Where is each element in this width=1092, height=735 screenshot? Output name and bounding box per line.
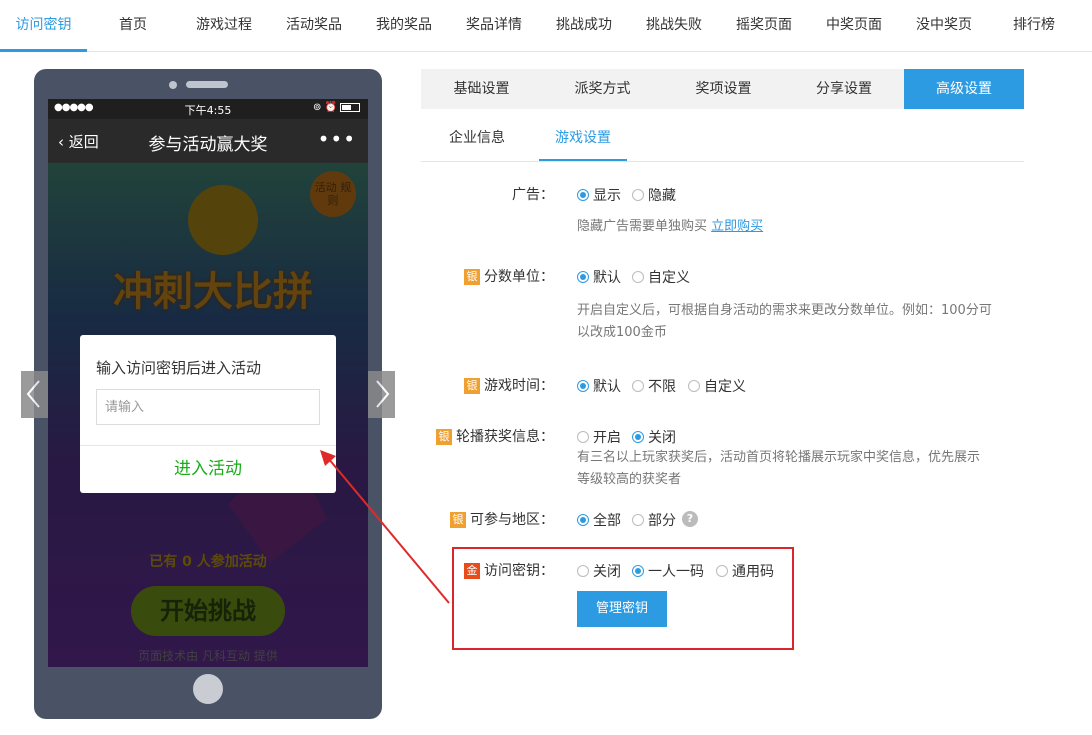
access-key-option-universal[interactable]: 通用码 [716,561,774,581]
status-bar: ●●●●● 下午4:55 ⊚ ⏰ [48,99,368,119]
access-key-label: 金访问密钥： [354,560,554,580]
radio-icon [688,380,700,392]
nav-prize-details[interactable]: 奖品详情 [449,0,539,52]
region-label: 银可参与地区： [354,509,554,529]
tab-advanced-settings[interactable]: 高级设置 [904,69,1024,109]
silver-tag-icon: 银 [436,429,452,445]
nav-lottery-page[interactable]: 摇奖页面 [719,0,809,52]
score-unit-label: 银分数单位： [354,266,554,286]
radio-icon [632,380,644,392]
phone-screen: ●●●●● 下午4:55 ⊚ ⏰ ‹ 返回 参与活动赢大奖 ••• 活动 规则 … [48,99,368,667]
dialog-title: 输入访问密钥后进入活动 [96,359,262,377]
game-time-option-default[interactable]: 默认 [577,376,621,396]
wechat-header: ‹ 返回 参与活动赢大奖 ••• [48,119,368,163]
phone-preview: ●●●●● 下午4:55 ⊚ ⏰ ‹ 返回 参与活动赢大奖 ••• 活动 规则 … [34,69,382,719]
tab-basic-settings[interactable]: 基础设置 [421,69,542,109]
score-unit-description: 开启自定义后，可根据自身活动的需求来更改分数单位。例如：100分可 以改成100金… [577,303,992,340]
game-time-option-custom[interactable]: 自定义 [688,376,746,396]
tab-prize-settings[interactable]: 奖项设置 [663,69,784,109]
region-option-partial[interactable]: 部分 [632,510,676,530]
radio-icon [577,271,589,283]
chevron-left-icon [26,380,40,408]
radio-icon [632,565,644,577]
access-key-dialog: 输入访问密钥后进入活动 进入活动 [80,335,336,493]
ad-description: 隐藏广告需要单独购买 立即购买 [577,219,764,234]
nav-game-process[interactable]: 游戏过程 [179,0,269,52]
nav-my-prizes[interactable]: 我的奖品 [359,0,449,52]
carousel-option-on[interactable]: 开启 [577,427,621,447]
radio-icon [716,565,728,577]
camera-dot [169,81,177,89]
settings-tabs: 基础设置 派奖方式 奖项设置 分享设置 高级设置 [421,69,1024,109]
tab-prize-distribution[interactable]: 派奖方式 [542,69,663,109]
carousel-description: 有三名以上玩家获奖后，活动首页将轮播展示玩家中奖信息，优先展示 等级较高的获奖者 [577,450,981,487]
carousel-option-off[interactable]: 关闭 [632,427,676,447]
carousel-winners-label: 银轮播获奖信息： [354,426,554,446]
access-key-option-off[interactable]: 关闭 [577,561,621,581]
nav-no-win-page[interactable]: 没中奖页 [899,0,989,52]
ad-option-show[interactable]: 显示 [577,185,621,205]
radio-icon [632,189,644,201]
radio-icon [577,565,589,577]
alarm-icon: ⊚ ⏰ [312,102,337,113]
ad-label: 广告： [512,187,554,203]
gold-tag-icon: 金 [464,563,480,579]
buy-now-link[interactable]: 立即购买 [711,219,763,234]
subtab-company-info[interactable]: 企业信息 [439,118,515,161]
game-time-option-unlimited[interactable]: 不限 [632,376,676,396]
score-unit-option-default[interactable]: 默认 [577,267,621,287]
access-key-input[interactable] [96,389,320,425]
settings-subtabs: 企业信息 游戏设置 [421,118,1024,162]
prev-page-button[interactable] [21,371,48,418]
status-icons: ⊚ ⏰ [313,102,360,113]
silver-tag-icon: 银 [450,512,466,528]
access-key-option-per-person[interactable]: 一人一码 [632,561,704,581]
radio-icon [632,514,644,526]
more-icon[interactable]: ••• [318,127,356,151]
radio-icon [632,271,644,283]
tab-share-settings[interactable]: 分享设置 [784,69,904,109]
radio-icon [577,514,589,526]
ad-option-hide[interactable]: 隐藏 [632,185,676,205]
silver-tag-icon: 银 [464,269,480,285]
nav-challenge-success[interactable]: 挑战成功 [539,0,629,52]
nav-activity-prizes[interactable]: 活动奖品 [269,0,359,52]
help-icon[interactable]: ? [682,511,698,527]
radio-icon [577,431,589,443]
subtab-game-settings[interactable]: 游戏设置 [539,118,627,161]
enter-activity-button[interactable]: 进入活动 [80,446,336,493]
home-button [193,674,223,704]
game-time-label: 银游戏时间： [354,375,554,395]
nav-home[interactable]: 首页 [87,0,179,52]
radio-icon [577,189,589,201]
nav-win-page[interactable]: 中奖页面 [809,0,899,52]
nav-challenge-fail[interactable]: 挑战失败 [629,0,719,52]
battery-icon [340,102,360,112]
silver-tag-icon: 银 [464,378,480,394]
radio-icon [632,431,644,443]
manage-keys-button[interactable]: 管理密钥 [577,591,667,627]
score-unit-option-custom[interactable]: 自定义 [632,267,690,287]
nav-leaderboard[interactable]: 排行榜 [989,0,1079,52]
radio-icon [577,380,589,392]
speaker-grille [186,81,228,88]
nav-access-key[interactable]: 访问密钥 [0,0,87,52]
region-option-all[interactable]: 全部 [577,510,621,530]
top-nav: 访问密钥 首页 游戏过程 活动奖品 我的奖品 奖品详情 挑战成功 挑战失败 摇奖… [0,0,1092,52]
